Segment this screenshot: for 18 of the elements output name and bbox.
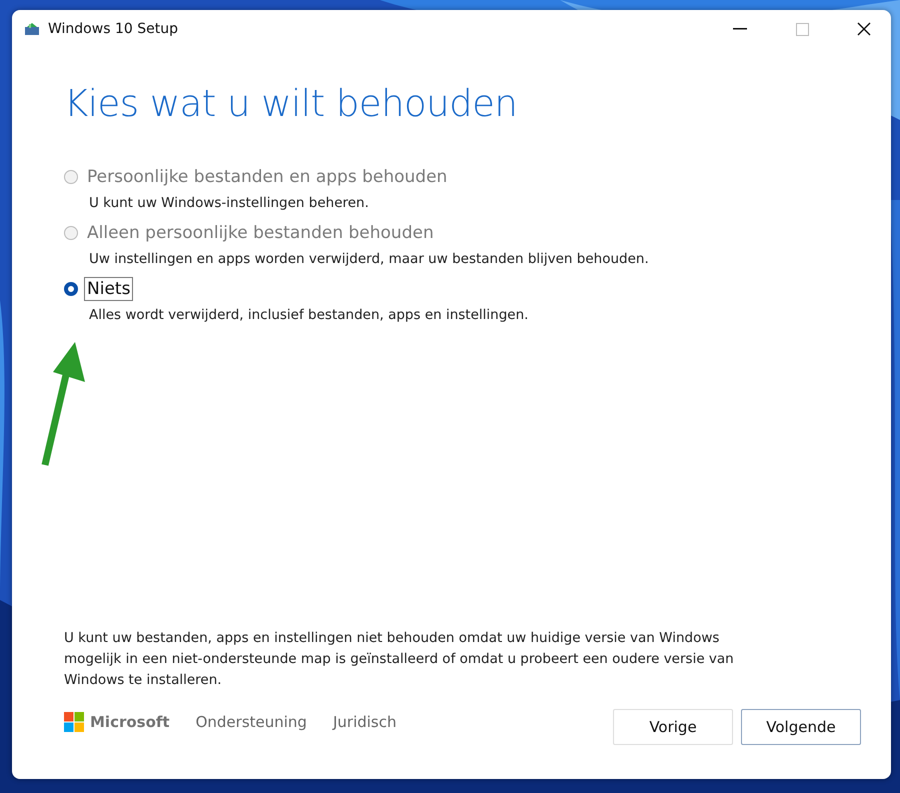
notice-text: U kunt uw bestanden, apps en instellingen niet behouden omdat uw huidige versie van Windows mogelijk in een niet-ondersteunde map is geïnstalleerd of omdat u probeert een oudere versie van Windows te installeren. (64, 629, 735, 690)
option-description: Uw instellingen en apps worden verwijderd, maar uw bestanden blijven behouden. (89, 251, 650, 267)
option-description: Alles wordt verwijderd, inclusief bestanden, apps en instellingen. (89, 307, 530, 323)
minimize-icon (733, 28, 747, 30)
close-icon (857, 22, 871, 36)
nav-button[interactable]: Volgende (741, 709, 861, 745)
option-label[interactable]: Niets (84, 277, 134, 301)
maximize-icon (796, 22, 808, 36)
footer-link[interactable]: Juridisch (332, 713, 396, 731)
footer-link[interactable]: Ondersteuning (196, 713, 307, 731)
nav-button[interactable]: Vorige (613, 709, 733, 745)
window-title: Windows 10 Setup (48, 21, 179, 37)
microsoft-logo-icon (64, 712, 84, 732)
brand-name: Microsoft (90, 713, 170, 731)
option-description: U kunt uw Windows-instellingen beheren. (89, 195, 370, 211)
setup-app-icon (24, 22, 40, 36)
radio-button[interactable] (64, 282, 78, 296)
page-heading: Kies wat u wilt behouden (64, 82, 518, 125)
